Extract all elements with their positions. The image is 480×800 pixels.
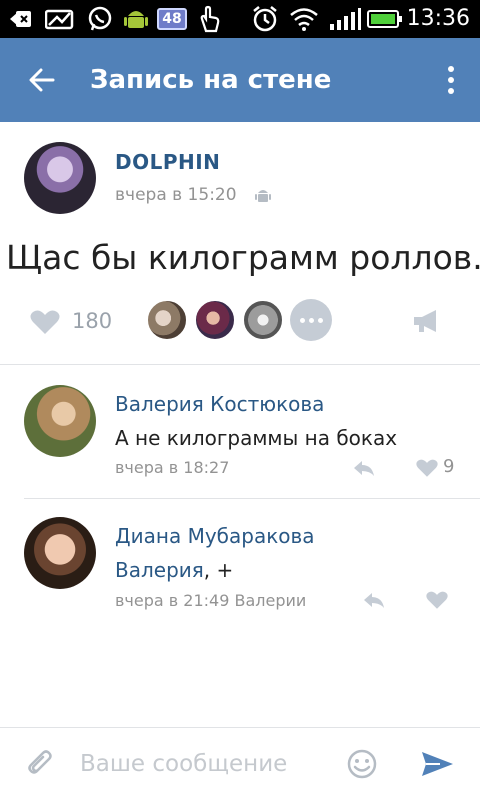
like-count: 180 xyxy=(72,309,113,333)
heart-icon xyxy=(416,459,438,477)
alarm-icon xyxy=(250,5,280,33)
heart-icon xyxy=(426,591,448,609)
send-button[interactable] xyxy=(420,750,454,782)
notification-count-badge: 48 xyxy=(157,8,187,30)
comment-like-count: 9 xyxy=(443,456,455,477)
liker-avatar[interactable] xyxy=(242,299,284,341)
comment-like-button[interactable] xyxy=(416,458,438,482)
post-timestamp: вчера в 15:20 xyxy=(115,185,237,205)
reply-button[interactable] xyxy=(362,590,386,614)
divider xyxy=(0,364,480,365)
post-text: Щас бы килограмм роллов. xyxy=(6,238,480,277)
whatsapp-icon xyxy=(86,5,114,33)
wifi-icon xyxy=(288,5,320,33)
more-options-button[interactable] xyxy=(440,62,462,98)
reply-mention-link[interactable]: Валерия xyxy=(115,558,204,582)
tap-icon xyxy=(196,5,224,33)
status-bar: 48 13:36 xyxy=(0,0,480,38)
paperclip-icon xyxy=(28,750,52,774)
comment-author-name[interactable]: Валерия Костюкова xyxy=(115,392,324,416)
back-button[interactable] xyxy=(20,60,64,100)
message-composer xyxy=(0,727,480,800)
liker-avatar[interactable] xyxy=(194,299,236,341)
comment-like-button[interactable] xyxy=(426,590,448,614)
comment-text: А не килограммы на боках xyxy=(115,426,398,450)
comment-text: Валерия, + xyxy=(115,558,233,582)
status-time: 13:36 xyxy=(406,6,470,31)
comment-author-avatar[interactable] xyxy=(24,517,96,589)
heart-icon xyxy=(30,310,60,334)
android-icon xyxy=(255,187,271,209)
liker-avatar[interactable] xyxy=(146,299,188,341)
android-icon xyxy=(122,5,150,33)
back-arrow-icon xyxy=(8,5,34,33)
attach-button[interactable] xyxy=(26,750,56,784)
smile-icon xyxy=(347,749,377,779)
page-title: Запись на стене xyxy=(90,65,332,95)
megaphone-icon xyxy=(414,310,436,332)
post-author-avatar[interactable] xyxy=(24,142,96,214)
comment-author-avatar[interactable] xyxy=(24,385,96,457)
message-input[interactable] xyxy=(80,746,330,782)
more-likers-button[interactable] xyxy=(290,299,332,341)
photo-icon xyxy=(44,5,76,33)
signal-icon xyxy=(328,5,362,33)
reply-icon xyxy=(354,461,374,476)
comment-text-body: , + xyxy=(203,558,234,582)
divider xyxy=(24,498,480,499)
post-author-name[interactable]: DOLPHIN xyxy=(115,150,220,174)
send-icon xyxy=(422,752,453,776)
battery-icon xyxy=(366,5,404,33)
comment-timestamp: вчера в 21:49 Валерии xyxy=(115,591,307,610)
share-button[interactable] xyxy=(412,308,440,338)
arrow-left-icon xyxy=(29,68,55,92)
more-vertical-icon xyxy=(448,66,454,72)
top-app-bar: Запись на стене xyxy=(0,38,480,122)
more-horizontal-icon xyxy=(299,317,305,323)
reply-icon xyxy=(364,593,384,608)
comment-author-name[interactable]: Диана Мубаракова xyxy=(115,524,315,548)
like-button[interactable] xyxy=(30,309,60,339)
reply-button[interactable] xyxy=(352,458,376,482)
emoji-button[interactable] xyxy=(346,748,378,784)
comment-timestamp: вчера в 18:27 xyxy=(115,458,230,477)
